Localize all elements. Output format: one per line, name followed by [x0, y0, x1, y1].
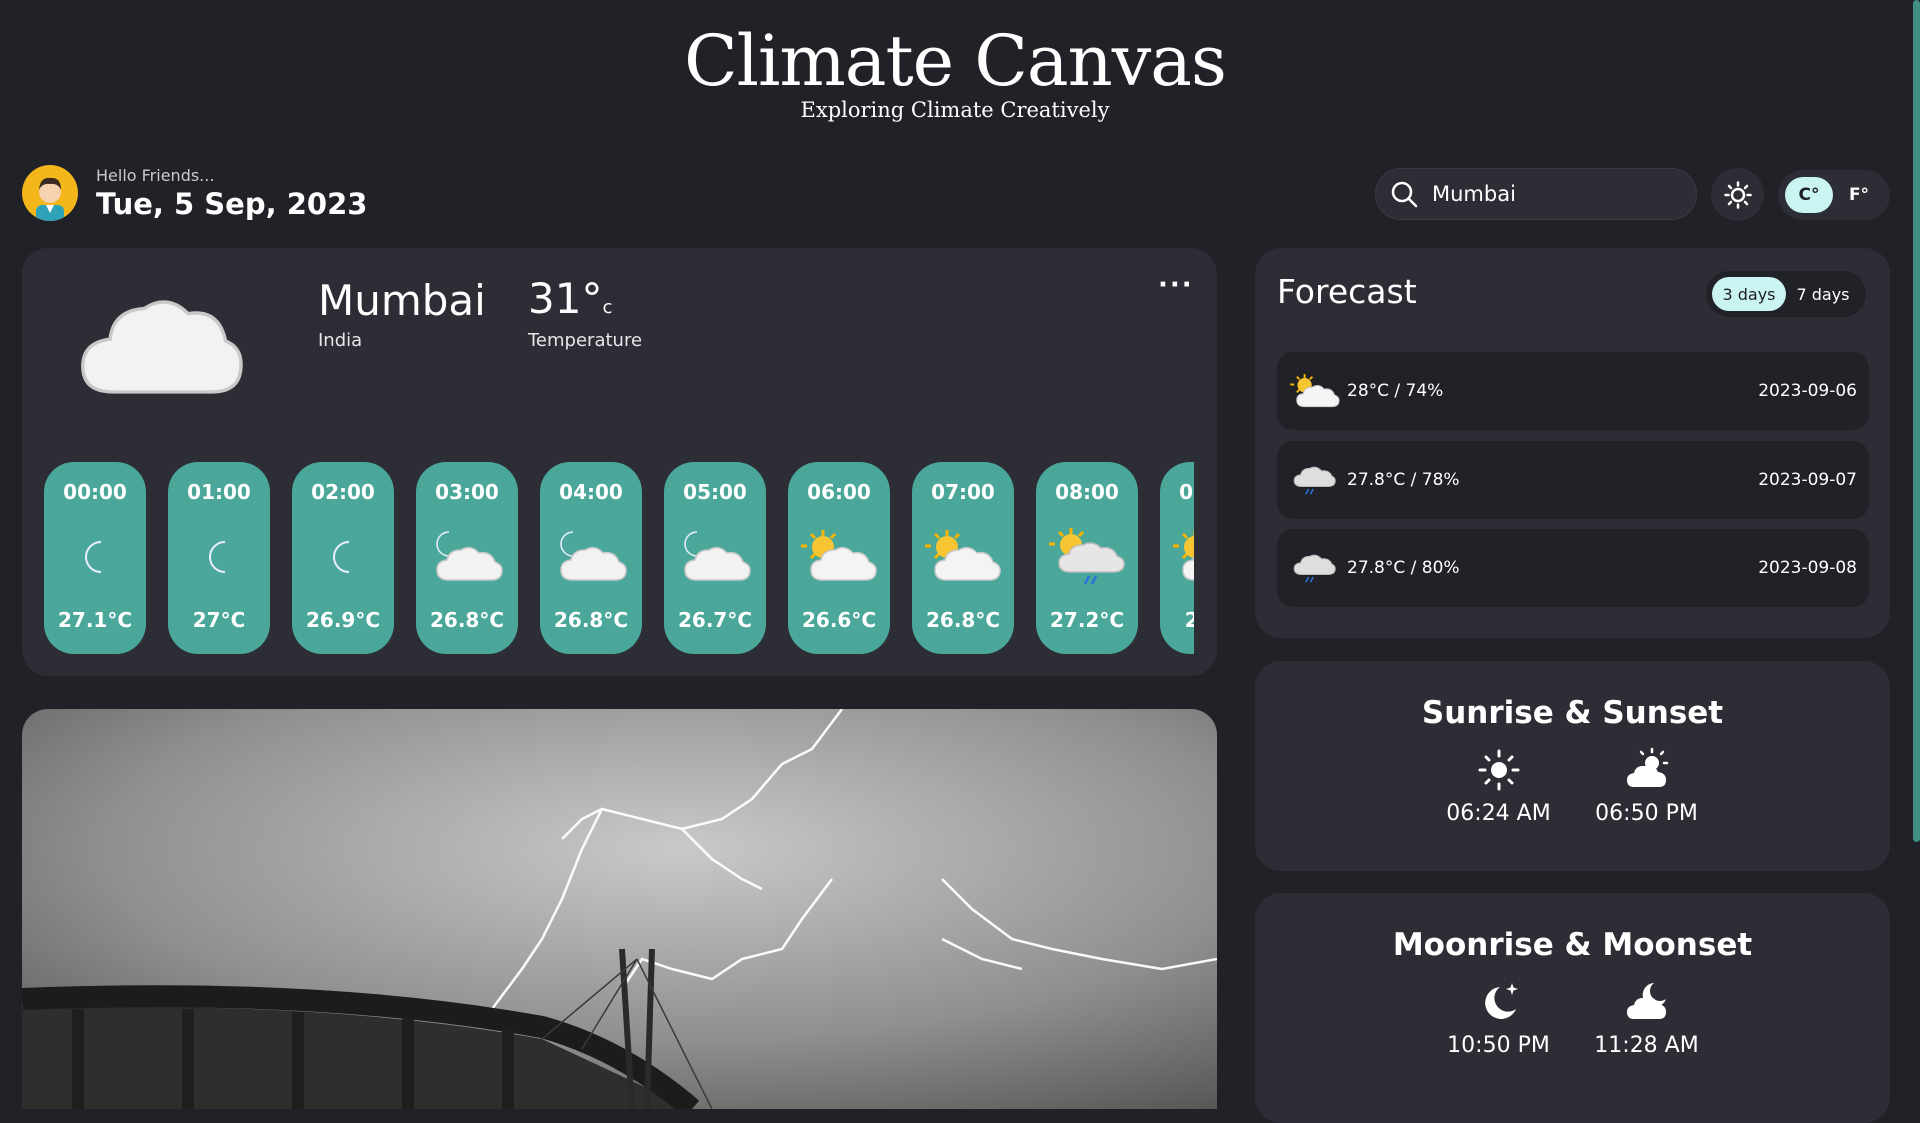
search-icon: [1391, 181, 1418, 208]
more-options-icon[interactable]: ···: [1158, 270, 1194, 300]
sunrise-sunset-panel: Sunrise & Sunset 06:24 AM 06:50 PM: [1255, 661, 1890, 871]
app-title: Climate Canvas: [684, 20, 1227, 102]
avatar[interactable]: [22, 165, 78, 221]
moonrise-moonset-title: Moonrise & Moonset: [1392, 927, 1753, 963]
cloudy-night-icon: [675, 526, 755, 586]
temperature-label: Temperature: [528, 330, 643, 351]
cloudy-night-icon: [551, 526, 631, 586]
sunrise-item: 06:24 AM: [1445, 747, 1553, 826]
sunrise-time: 06:24 AM: [1446, 801, 1551, 826]
sun-icon: [1723, 180, 1752, 209]
country-name: India: [318, 330, 363, 351]
fahrenheit-option[interactable]: F°: [1835, 177, 1883, 213]
unit-toggle[interactable]: C° F°: [1778, 170, 1890, 220]
hourly-forecast-list[interactable]: 00:00 27.1°C 01:00 27°C 02:00 26.9°C 03:…: [44, 462, 1194, 654]
moonrise-item: 10:50 PM: [1445, 979, 1553, 1058]
cloud-icon: [76, 286, 246, 406]
city-weather-photo: [22, 709, 1217, 1109]
current-temperature: 31°c: [528, 274, 613, 323]
greeting-section: Hello Friends... Tue, 5 Sep, 2023: [22, 165, 367, 221]
sun-rain-icon: [1047, 526, 1127, 586]
forecast-row[interactable]: 27.8°C / 78% 2023-09-07: [1277, 441, 1869, 519]
moonset-item: 11:28 AM: [1593, 979, 1701, 1058]
sunset-time: 06:50 PM: [1595, 801, 1698, 826]
hour-card[interactable]: 09:00 27°C: [1160, 462, 1194, 654]
moonset-time: 11:28 AM: [1594, 1033, 1699, 1058]
hour-card[interactable]: 08:00 27.2°C: [1036, 462, 1138, 654]
sunrise-sunset-title: Sunrise & Sunset: [1421, 695, 1724, 731]
partly-sunny-icon: [799, 526, 879, 586]
forecast-row[interactable]: 27.8°C / 80% 2023-09-08: [1277, 529, 1869, 607]
moonrise-time: 10:50 PM: [1447, 1033, 1550, 1058]
moonrise-icon: [1484, 983, 1518, 1019]
forecast-title: Forecast: [1277, 272, 1417, 311]
partly-sunny-icon: [923, 526, 1003, 586]
forecast-range-tabs: 3 days 7 days: [1706, 271, 1866, 317]
partly-sunny-icon: [1289, 368, 1341, 414]
search-bar[interactable]: [1375, 168, 1697, 220]
greeting-text: Hello Friends...: [96, 165, 215, 185]
moonset-icon: [1626, 983, 1666, 1019]
city-name: Mumbai: [318, 276, 486, 325]
moon-icon: [303, 526, 383, 586]
cloudy-night-icon: [427, 526, 507, 586]
sunrise-icon: [1478, 749, 1519, 791]
user-avatar-icon: [36, 177, 64, 221]
app-subtitle: Exploring Climate Creatively: [800, 98, 1110, 122]
hour-card[interactable]: 01:00 27°C: [168, 462, 270, 654]
sunset-item: 06:50 PM: [1593, 747, 1701, 826]
moon-icon: [179, 526, 259, 586]
lightning-bridge-image: [22, 709, 1217, 1109]
hour-card[interactable]: 04:00 26.8°C: [540, 462, 642, 654]
hour-card[interactable]: 02:00 26.9°C: [292, 462, 394, 654]
current-weather-panel: Mumbai India 31°c Temperature ··· 00:00 …: [22, 248, 1217, 676]
theme-toggle-button[interactable]: [1711, 168, 1764, 221]
partly-sunny-icon: [1171, 526, 1194, 586]
tab-7-days[interactable]: 7 days: [1786, 277, 1860, 311]
app-header: Climate Canvas Exploring Climate Creativ…: [0, 18, 1910, 122]
moonrise-moonset-panel: Moonrise & Moonset 10:50 PM 11:28 AM: [1255, 893, 1890, 1123]
rain-cloud-icon: [1289, 545, 1341, 591]
moon-icon: [55, 526, 135, 586]
forecast-row[interactable]: 28°C / 74% 2023-09-06: [1277, 352, 1869, 430]
tab-3-days[interactable]: 3 days: [1712, 277, 1786, 311]
rain-cloud-icon: [1289, 457, 1341, 503]
sunset-icon: [1626, 747, 1668, 787]
current-date: Tue, 5 Sep, 2023: [96, 186, 368, 221]
hour-card[interactable]: 06:00 26.6°C: [788, 462, 890, 654]
page-scrollbar[interactable]: [1913, 0, 1920, 842]
hour-card[interactable]: 07:00 26.8°C: [912, 462, 1014, 654]
search-input[interactable]: [1430, 181, 1674, 207]
hour-card[interactable]: 00:00 27.1°C: [44, 462, 146, 654]
forecast-panel: Forecast 3 days 7 days 28°C / 74% 2023-0…: [1255, 248, 1890, 638]
hour-card[interactable]: 03:00 26.8°C: [416, 462, 518, 654]
celsius-option[interactable]: C°: [1785, 177, 1833, 213]
hour-card[interactable]: 05:00 26.7°C: [664, 462, 766, 654]
